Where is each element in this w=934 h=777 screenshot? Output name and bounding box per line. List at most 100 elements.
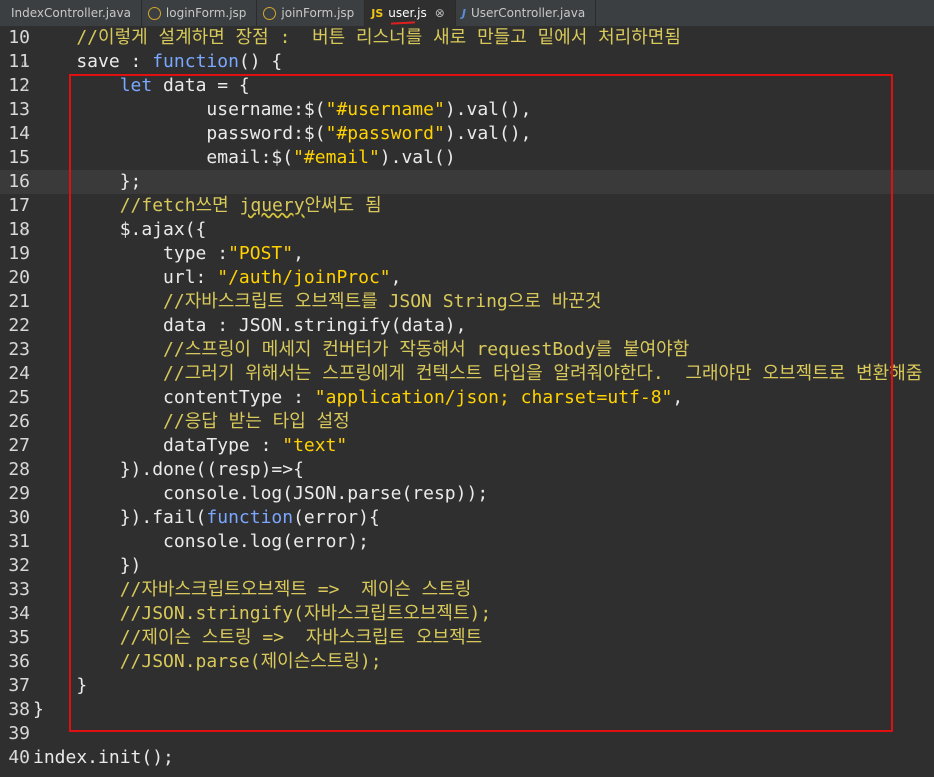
code-line[interactable]: 23 //스프링이 메세지 컨버터가 작동해서 requestBody를 붙여야…	[0, 338, 934, 362]
code-line[interactable]: 31 console.log(error);	[0, 530, 934, 554]
line-number: 15	[8, 147, 30, 168]
line-number: 19	[8, 243, 30, 264]
code-token: "#username"	[325, 99, 445, 120]
code-line[interactable]: 22 data : JSON.stringify(data),	[0, 314, 934, 338]
code-line[interactable]: 24 //그러기 위해서는 스프링에게 컨텍스트 타입을 알려줘야한다. 그래야…	[0, 362, 934, 386]
code-text: contentType : "application/json; charset…	[33, 386, 683, 410]
code-token: jquery	[239, 195, 305, 216]
code-text: password:$("#password").val(),	[33, 122, 532, 146]
code-text: //그러기 위해서는 스프링에게 컨텍스트 타입을 알려줘야한다. 그래야만 오…	[33, 362, 922, 386]
code-line[interactable]: 19 type :"POST",	[0, 242, 934, 266]
code-line[interactable]: 13 username:$("#username").val(),	[0, 98, 934, 122]
line-number: 14	[8, 123, 30, 144]
code-token: save :	[33, 51, 153, 72]
code-line[interactable]: 34 //JSON.stringify(자바스크립트오브젝트);	[0, 602, 934, 626]
code-token: })	[33, 555, 142, 576]
code-token: //fetch쓰면	[33, 195, 240, 216]
code-text: //스프링이 메세지 컨버터가 작동해서 requestBody를 붙여야함	[33, 338, 689, 362]
code-line[interactable]: 39	[0, 722, 934, 746]
red-underline-annotation	[391, 21, 415, 25]
code-text: username:$("#username").val(),	[33, 98, 531, 122]
code-line[interactable]: 37 }	[0, 674, 934, 698]
code-token: ,	[293, 243, 304, 264]
code-token: ).val(),	[444, 123, 532, 144]
code-token: "POST"	[228, 243, 294, 264]
code-line[interactable]: 29 console.log(JSON.parse(resp));	[0, 482, 934, 506]
fold-marker-icon[interactable]: ○	[22, 220, 27, 244]
code-line[interactable]: 25 contentType : "application/json; char…	[0, 386, 934, 410]
code-token: //자바스크립트 오브젝트를 JSON String으로 바꾼것	[33, 291, 602, 312]
code-text: url: "/auth/joinProc",	[33, 266, 401, 290]
line-number: 36	[8, 651, 30, 672]
code-text: data : JSON.stringify(data),	[33, 314, 466, 338]
code-line[interactable]: 40 index.init();	[0, 746, 934, 770]
tab-loginform-jsp[interactable]: loginForm.jsp	[142, 0, 258, 26]
code-token: console.log(error);	[33, 531, 369, 552]
close-tab-icon[interactable]: ⊗	[435, 6, 445, 20]
code-token: password:$(	[33, 123, 326, 144]
line-number: 31	[8, 531, 30, 552]
line-number: 23	[8, 339, 30, 360]
tab-joinform-jsp[interactable]: joinForm.jsp	[257, 0, 366, 26]
code-text: //자바스크립트 오브젝트를 JSON String으로 바꾼것	[33, 290, 601, 314]
code-token: function	[152, 51, 239, 72]
line-number: 24	[8, 363, 30, 384]
code-token: }	[33, 699, 44, 720]
code-line[interactable]: 38}	[0, 698, 934, 722]
code-text: };	[33, 170, 142, 194]
code-line[interactable]: 15 email:$("#email").val()	[0, 146, 934, 170]
code-line[interactable]: 16 };	[0, 170, 934, 194]
code-line[interactable]: 36 //JSON.parse(제이슨스트링);	[0, 650, 934, 674]
line-number: 21	[8, 291, 30, 312]
code-token: "application/json; charset=utf-8"	[314, 387, 673, 408]
fold-marker-icon[interactable]: ○	[22, 76, 27, 100]
code-line[interactable]: 30 }).fail(function(error){	[0, 506, 934, 530]
jsp-globe-icon	[263, 6, 277, 20]
code-line[interactable]: 33 //자바스크립트오브젝트 => 제이슨 스트링	[0, 578, 934, 602]
line-number: 39	[8, 723, 30, 744]
code-token: dataType :	[33, 435, 283, 456]
fold-marker-icon[interactable]: ○	[22, 52, 27, 76]
line-number: 17	[8, 195, 30, 216]
code-text: let data = {	[33, 74, 250, 98]
code-token: contentType :	[33, 387, 315, 408]
code-text: //JSON.parse(제이슨스트링);	[33, 650, 382, 674]
code-token: 안써도 됨	[304, 195, 382, 216]
code-line[interactable]: 35 //제이슨 스트링 => 자바스크립트 오브젝트	[0, 626, 934, 650]
code-text: //자바스크립트오브젝트 => 제이슨 스트링	[33, 578, 472, 602]
code-line[interactable]: 14 password:$("#password").val(),	[0, 122, 934, 146]
code-token: //JSON.parse(제이슨스트링);	[33, 651, 382, 672]
code-line[interactable]: 12 ○ let data = {	[0, 74, 934, 98]
tab-user-js[interactable]: JS user.js ⊗	[365, 0, 456, 26]
line-number: 34	[8, 603, 30, 624]
code-editor[interactable]: 40 index.init(); 39 38} 37 } 36 //JSON.parse(…	[0, 26, 934, 777]
tab-usercontroller-java[interactable]: J UserController.java	[456, 0, 597, 26]
code-line[interactable]: 26 //응답 받는 타입 설정	[0, 410, 934, 434]
code-line[interactable]: 11 ○ save : function() {	[0, 50, 934, 74]
code-line[interactable]: 28 }).done((resp)=>{	[0, 458, 934, 482]
code-token: url:	[33, 267, 218, 288]
code-line[interactable]: 18 ○ $.ajax({	[0, 218, 934, 242]
code-text: })	[33, 554, 142, 578]
code-text: //JSON.stringify(자바스크립트오브젝트);	[33, 602, 492, 626]
code-text: }).done((resp)=>{	[33, 458, 304, 482]
code-line[interactable]: 17 //fetch쓰면 jquery안써도 됨	[0, 194, 934, 218]
tab-label: loginForm.jsp	[165, 6, 247, 20]
code-line[interactable]: 27 dataType : "text"	[0, 434, 934, 458]
code-line[interactable]: 20 url: "/auth/joinProc",	[0, 266, 934, 290]
code-line[interactable]: 21 //자바스크립트 오브젝트를 JSON String으로 바꾼것	[0, 290, 934, 314]
code-token: type :	[33, 243, 229, 264]
code-token: ,	[390, 267, 402, 288]
code-token: data : JSON.stringify(data),	[33, 315, 467, 336]
code-line[interactable]: 10 //이렇게 설계하면 장점 : 버튼 리스너를 새로 만들고 밑에서 처리…	[0, 26, 934, 50]
tab-label: user.js	[388, 6, 427, 20]
tab-indexcontroller-java[interactable]: IndexController.java	[0, 0, 142, 26]
line-number: 33	[8, 579, 30, 600]
code-text: //제이슨 스트링 => 자바스크립트 오브젝트	[33, 626, 483, 650]
code-token: () {	[238, 51, 283, 72]
line-number: 16	[8, 171, 30, 192]
code-token: ).val()	[379, 147, 456, 168]
code-line[interactable]: 32 })	[0, 554, 934, 578]
code-token: //응답 받는 타입 설정	[33, 411, 350, 432]
code-text: save : function() {	[33, 50, 282, 74]
